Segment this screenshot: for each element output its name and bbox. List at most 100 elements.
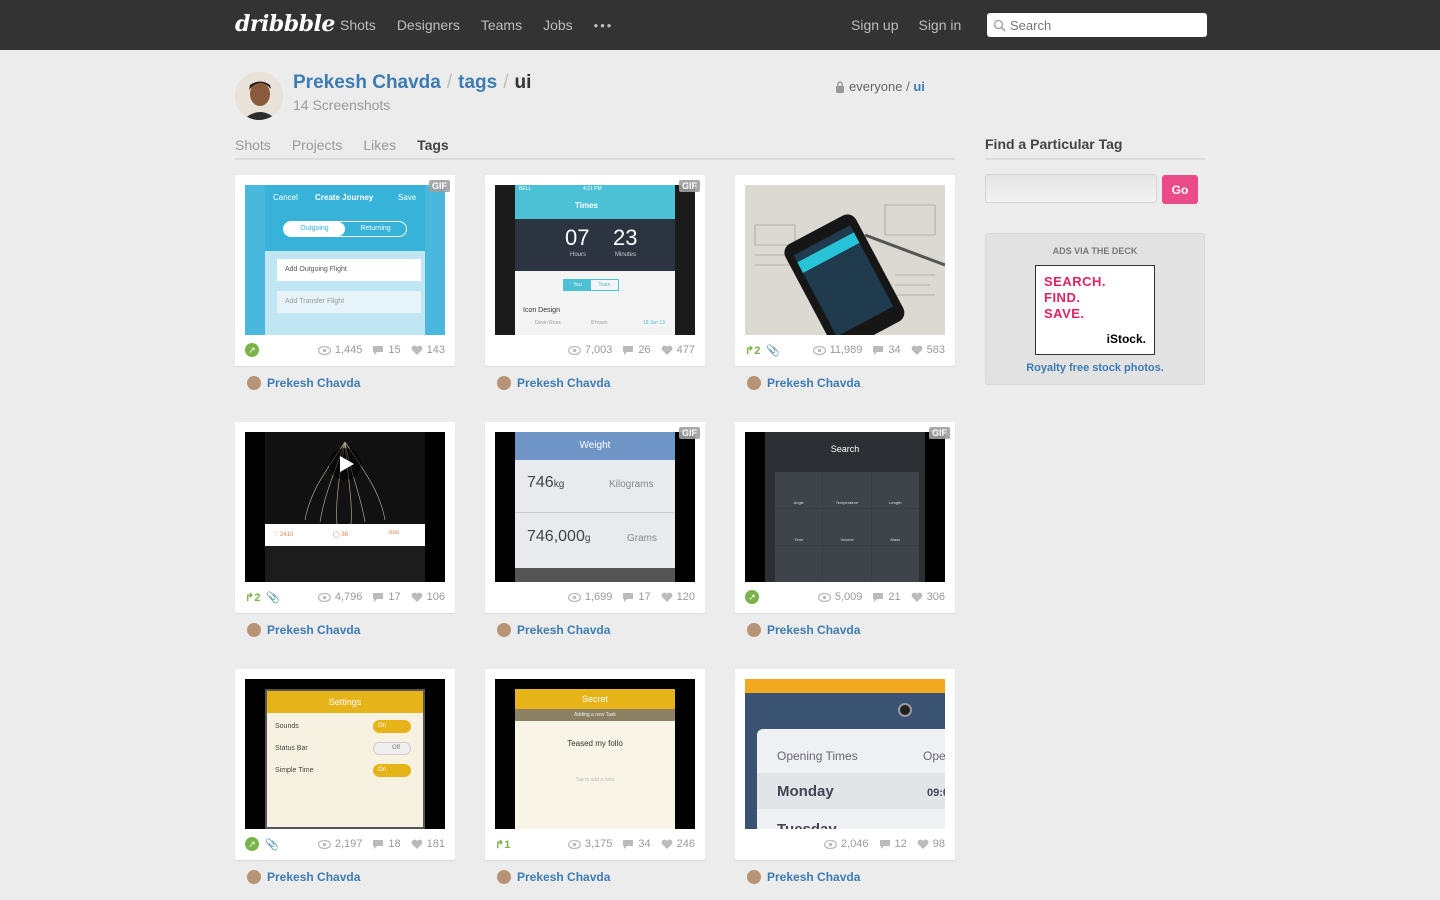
shot-stats: ↱2 📎 11,989 34 583 (745, 341, 945, 359)
more-menu-icon[interactable]: ••• (594, 18, 614, 33)
profile-avatar[interactable] (235, 72, 283, 120)
thumb-text: Monday (777, 783, 834, 800)
avatar (247, 870, 261, 884)
shot-stats: ↱1 3,175 34 246 (495, 835, 695, 853)
scope-label[interactable]: everyone (849, 79, 902, 94)
breadcrumb-tags[interactable]: tags (458, 72, 497, 93)
shot-owner[interactable]: Prekesh Chavda (247, 870, 360, 884)
comments-stat[interactable]: 34 (622, 838, 651, 850)
sign-up-link[interactable]: Sign up (851, 17, 898, 33)
avatar (747, 376, 761, 390)
likes-stat[interactable]: 306 (911, 591, 945, 603)
search-input[interactable] (1010, 17, 1190, 33)
comments-stat[interactable]: 18 (372, 838, 401, 850)
comments-stat[interactable]: 26 (622, 344, 651, 356)
tab-shots[interactable]: Shots (235, 130, 271, 158)
breadcrumb-separator: / (503, 72, 509, 93)
owner-name[interactable]: Prekesh Chavda (767, 870, 860, 884)
shot-thumbnail[interactable]: Search Angle Temperature Length Time Vol… (745, 432, 945, 582)
shot-thumbnail[interactable]: Weight 746kg Kilograms 746,000g Grams (495, 432, 695, 582)
thumb-text: Outgoing (284, 222, 345, 236)
breadcrumb-user[interactable]: Prekesh Chavda (293, 72, 441, 93)
shot-owner[interactable]: Prekesh Chavda (497, 623, 610, 637)
comments-stat[interactable]: 17 (372, 591, 401, 603)
likes-stat[interactable]: 477 (661, 344, 695, 356)
auth-links: Sign up Sign in (851, 0, 981, 50)
shot-thumbnail[interactable] (745, 185, 945, 335)
owner-name[interactable]: Prekesh Chavda (517, 376, 610, 390)
scope-tag[interactable]: ui (913, 79, 925, 94)
shot-thumbnail[interactable]: Secret Adding a new Task Teased my follo… (495, 679, 695, 829)
owner-name[interactable]: Prekesh Chavda (767, 376, 860, 390)
shot-owner[interactable]: Prekesh Chavda (497, 376, 610, 390)
go-button[interactable]: Go (1162, 175, 1198, 204)
likes-stat[interactable]: 181 (411, 838, 445, 850)
owner-name[interactable]: Prekesh Chavda (267, 870, 360, 884)
comments-stat[interactable]: 34 (872, 344, 901, 356)
shot-thumbnail[interactable]: Settings Sounds On Status Bar Off Simple… (245, 679, 445, 829)
dribbble-logo[interactable]: dribbble (235, 11, 335, 37)
nav-designers[interactable]: Designers (397, 17, 460, 33)
paperclip-icon[interactable]: 📎 (766, 344, 780, 357)
nav-jobs[interactable]: Jobs (543, 17, 573, 33)
likes-stat[interactable]: 120 (661, 591, 695, 603)
owner-name[interactable]: Prekesh Chavda (517, 870, 610, 884)
rebound-icon[interactable]: ↗ (245, 837, 259, 851)
ad-image[interactable]: SEARCH. FIND. SAVE. iStock. (1035, 265, 1155, 355)
comments-stat[interactable]: 17 (622, 591, 651, 603)
owner-name[interactable]: Prekesh Chavda (267, 376, 360, 390)
comments-stat[interactable]: 15 (372, 344, 401, 356)
owner-name[interactable]: Prekesh Chavda (517, 623, 610, 637)
thumb-text: 4:21 PM (583, 186, 602, 192)
shot-thumbnail[interactable]: ♡ 2410 ◯ 36 ooo (245, 432, 445, 582)
shot-stats: 2,046 12 98 (745, 835, 945, 853)
paperclip-icon[interactable]: 📎 (266, 591, 280, 604)
tag-search-input[interactable] (985, 174, 1157, 203)
thumb-text: Icon Design (523, 307, 560, 314)
shot-owner[interactable]: Prekesh Chavda (497, 870, 610, 884)
nav-shots[interactable]: Shots (340, 17, 376, 33)
thumb-text: Hours (570, 252, 587, 258)
ad-caption-link[interactable]: Royalty free stock photos. (986, 362, 1204, 374)
breadcrumb-current-tag: ui (514, 72, 532, 93)
comments-stat[interactable]: 12 (879, 838, 907, 850)
thumb-text: Add Outgoing Flight (277, 259, 421, 281)
shot-thumbnail[interactable]: Cancel Create Journey Save Outgoing Retu… (245, 185, 445, 335)
nav-teams[interactable]: Teams (481, 17, 522, 33)
shot-owner[interactable]: Prekesh Chavda (747, 376, 860, 390)
rebound-count[interactable]: ↱1 (495, 838, 510, 851)
comment-icon (373, 592, 384, 602)
shot-thumbnail[interactable]: Opening Times Ope Monday 09:0 Tuesday (745, 679, 945, 829)
likes-stat[interactable]: 143 (411, 344, 445, 356)
owner-name[interactable]: Prekesh Chavda (767, 623, 860, 637)
comments-stat[interactable]: 21 (872, 591, 901, 603)
rebound-count[interactable]: ↱2 (745, 344, 760, 357)
gif-badge: GIF (679, 427, 700, 439)
tab-tags[interactable]: Tags (417, 130, 449, 158)
paperclip-icon[interactable]: 📎 (265, 838, 279, 851)
tab-likes[interactable]: Likes (363, 130, 396, 158)
likes-stat[interactable]: 98 (917, 838, 945, 850)
breadcrumb-separator: / (446, 72, 453, 93)
tab-projects[interactable]: Projects (292, 130, 343, 158)
eye-icon (567, 839, 581, 849)
likes-stat[interactable]: 583 (911, 344, 945, 356)
owner-name[interactable]: Prekesh Chavda (267, 623, 360, 637)
sign-in-link[interactable]: Sign in (918, 17, 961, 33)
likes-stat[interactable]: 246 (661, 838, 695, 850)
shot-owner[interactable]: Prekesh Chavda (247, 376, 360, 390)
search-box[interactable] (987, 13, 1207, 37)
heart-icon (917, 839, 929, 849)
rebound-count[interactable]: ↱2 (245, 591, 260, 604)
likes-stat[interactable]: 106 (411, 591, 445, 603)
shot-card: Weight 746kg Kilograms 746,000g Grams GI… (485, 422, 705, 637)
shot-thumbnail[interactable]: BELL 4:21 PM Times 07 23 Hours Minutes Y… (495, 185, 695, 335)
shot-owner[interactable]: Prekesh Chavda (247, 623, 360, 637)
thumb-text: Angle (775, 472, 823, 508)
rebound-icon[interactable]: ↗ (245, 343, 259, 357)
shot-owner[interactable]: Prekesh Chavda (747, 870, 860, 884)
thumb-text: 18 Jun 13 (643, 320, 665, 326)
views-stat: 1,699 (567, 591, 612, 603)
shot-owner[interactable]: Prekesh Chavda (747, 623, 860, 637)
rebound-icon[interactable]: ↗ (745, 590, 759, 604)
